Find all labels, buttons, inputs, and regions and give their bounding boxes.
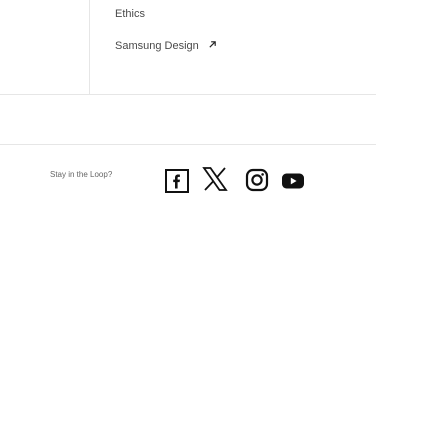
ethics-link-label: Ethics (115, 8, 145, 20)
footer-links-area: Ethics Samsung Design (0, 0, 448, 94)
youtube-icon[interactable] (281, 169, 305, 193)
section-divider (0, 94, 376, 95)
section-divider (0, 144, 376, 145)
samsung-design-link-label: Samsung Design (115, 40, 199, 52)
stay-in-the-loop-label: Stay in the Loop? (50, 170, 113, 179)
samsung-design-link[interactable]: Samsung Design (115, 40, 217, 52)
ethics-link[interactable]: Ethics (115, 8, 145, 20)
external-link-icon (208, 40, 217, 52)
x-icon[interactable] (202, 166, 228, 192)
instagram-icon[interactable] (245, 168, 269, 192)
facebook-icon[interactable] (165, 169, 189, 193)
column-divider (89, 0, 90, 94)
social-row: Stay in the Loop? (0, 160, 448, 193)
footer: Ethics Samsung Design Stay in the Loop? (0, 0, 448, 448)
